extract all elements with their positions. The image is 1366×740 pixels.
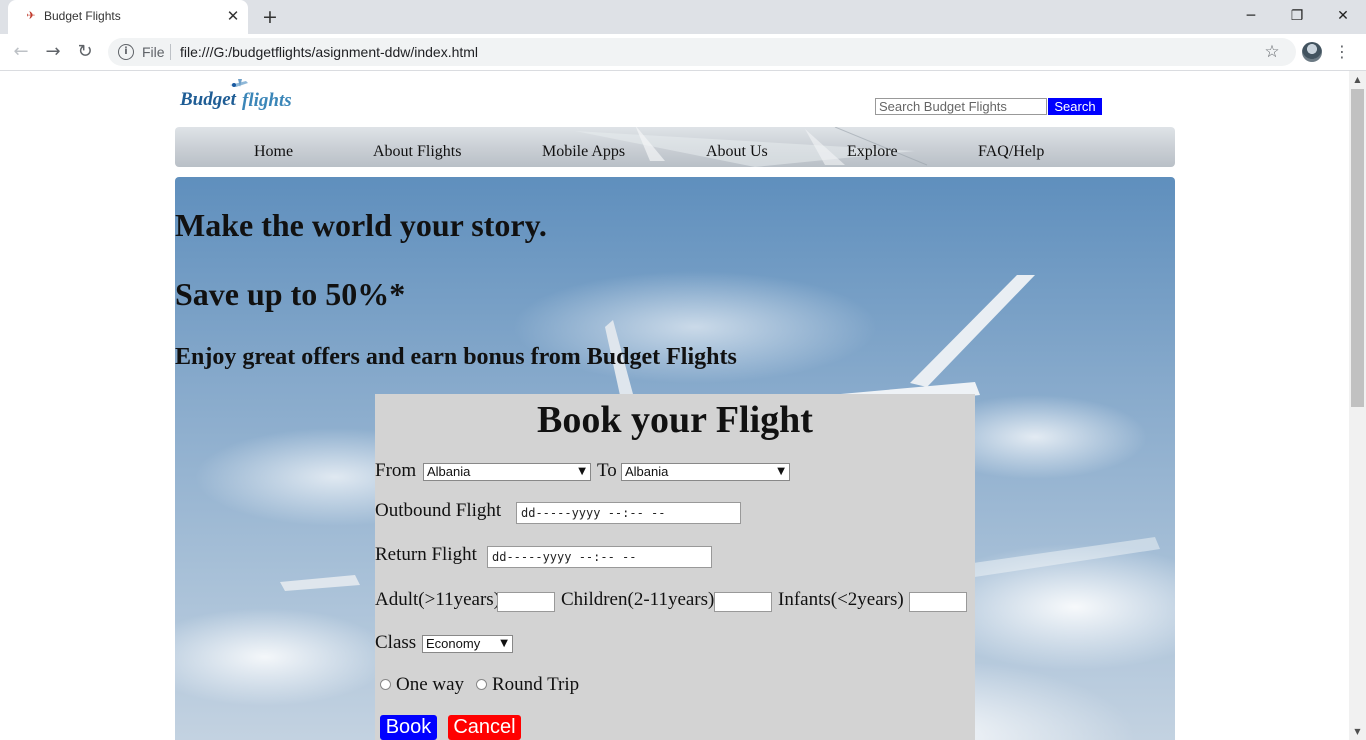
close-tab-icon[interactable]: ✕ bbox=[224, 6, 242, 26]
svg-text:Budget: Budget bbox=[179, 89, 237, 110]
infants-count-input[interactable] bbox=[909, 592, 967, 612]
close-window-button[interactable]: ✕ bbox=[1320, 3, 1366, 29]
from-select-value: Albania bbox=[427, 464, 471, 479]
class-label: Class bbox=[375, 632, 417, 653]
booking-form: Book your Flight From Albania ▼ To Alban… bbox=[375, 394, 975, 740]
round-trip-label[interactable]: Round Trip bbox=[492, 674, 579, 696]
url-text[interactable]: file:///G:/budgetflights/asignment-ddw/i… bbox=[180, 44, 478, 60]
page-viewport: Budget flights Search Home About Flights… bbox=[0, 71, 1349, 740]
forward-arrow-icon[interactable]: → bbox=[41, 40, 65, 64]
chevron-down-icon: ▼ bbox=[777, 466, 785, 477]
browser-menu-icon[interactable]: ⋮ bbox=[1334, 40, 1350, 64]
chevron-down-icon: ▼ bbox=[578, 466, 586, 477]
browser-tab-strip: ✈ Budget Flights ✕ + ─ ❐ ✕ bbox=[0, 0, 1366, 34]
nav-mobile-apps[interactable]: Mobile Apps bbox=[542, 143, 625, 161]
to-select[interactable]: Albania ▼ bbox=[621, 463, 790, 481]
site-search-input[interactable] bbox=[875, 98, 1047, 115]
browser-tab[interactable]: ✈ Budget Flights ✕ bbox=[8, 0, 248, 34]
cancel-button[interactable]: Cancel bbox=[448, 715, 521, 740]
return-flight-label: Return Flight bbox=[375, 544, 477, 565]
nav-home[interactable]: Home bbox=[254, 143, 293, 161]
class-select-value: Economy bbox=[426, 636, 481, 651]
main-navigation: Home About Flights Mobile Apps About Us … bbox=[175, 127, 1175, 167]
scrollbar-thumb[interactable] bbox=[1351, 89, 1364, 407]
chevron-down-icon: ▼ bbox=[500, 638, 508, 649]
children-count-input[interactable] bbox=[714, 592, 772, 612]
minimize-window-button[interactable]: ─ bbox=[1228, 3, 1274, 29]
booking-title: Book your Flight bbox=[537, 399, 813, 441]
svg-text:flights: flights bbox=[242, 90, 292, 111]
profile-avatar[interactable] bbox=[1302, 42, 1322, 62]
nav-explore[interactable]: Explore bbox=[847, 143, 898, 161]
from-select[interactable]: Albania ▼ bbox=[423, 463, 591, 481]
return-datetime-input[interactable]: dd-----yyyy --:-- -- bbox=[487, 546, 712, 568]
hero-tagline: Enjoy great offers and earn bonus from B… bbox=[175, 344, 737, 370]
airplane-favicon-icon: ✈ bbox=[26, 9, 36, 22]
bookmark-star-icon[interactable]: ☆ bbox=[1260, 40, 1284, 64]
nav-faq-help[interactable]: FAQ/Help bbox=[978, 143, 1044, 161]
budget-flights-logo[interactable]: Budget flights bbox=[178, 75, 296, 113]
scroll-up-arrow-icon[interactable]: ▲ bbox=[1349, 71, 1366, 88]
to-select-value: Albania bbox=[625, 464, 669, 479]
round-trip-radio[interactable] bbox=[476, 679, 487, 690]
class-select[interactable]: Economy ▼ bbox=[422, 635, 513, 653]
hero-headline: Make the world your story. bbox=[175, 207, 547, 243]
one-way-radio[interactable] bbox=[380, 679, 391, 690]
adult-count-input[interactable] bbox=[497, 592, 555, 612]
back-arrow-icon[interactable]: ← bbox=[9, 40, 33, 64]
site-search-button[interactable]: Search bbox=[1048, 98, 1102, 115]
page-scrollbar[interactable]: ▲ ▼ bbox=[1349, 71, 1366, 740]
file-scheme-label: File bbox=[142, 44, 165, 60]
children-label: Children(2-11years) bbox=[561, 589, 715, 610]
from-label: From bbox=[375, 460, 417, 481]
logo-airplane-icon bbox=[230, 79, 248, 87]
site-info-icon[interactable]: i bbox=[118, 44, 134, 60]
book-button[interactable]: Book bbox=[380, 715, 437, 740]
address-separator bbox=[170, 44, 171, 60]
tab-title: Budget Flights bbox=[44, 9, 121, 23]
nav-about-us[interactable]: About Us bbox=[706, 143, 768, 161]
scroll-down-arrow-icon[interactable]: ▼ bbox=[1349, 723, 1366, 740]
hero-offer: Save up to 50%* bbox=[175, 276, 406, 312]
outbound-datetime-input[interactable]: dd-----yyyy --:-- -- bbox=[516, 502, 741, 524]
reload-icon[interactable]: ↻ bbox=[73, 40, 97, 64]
browser-toolbar: ← → ↻ i File file:///G:/budgetflights/as… bbox=[0, 34, 1366, 71]
one-way-label[interactable]: One way bbox=[396, 674, 464, 696]
to-label: To bbox=[597, 460, 617, 481]
infants-label: Infants(<2years) bbox=[778, 589, 904, 610]
address-bar[interactable]: i File file:///G:/budgetflights/asignmen… bbox=[108, 38, 1296, 66]
outbound-flight-label: Outbound Flight bbox=[375, 500, 502, 521]
restore-window-button[interactable]: ❐ bbox=[1274, 3, 1320, 29]
nav-about-flights[interactable]: About Flights bbox=[373, 143, 461, 161]
adult-label: Adult(>11years) bbox=[375, 589, 501, 610]
new-tab-icon[interactable]: + bbox=[258, 5, 282, 29]
